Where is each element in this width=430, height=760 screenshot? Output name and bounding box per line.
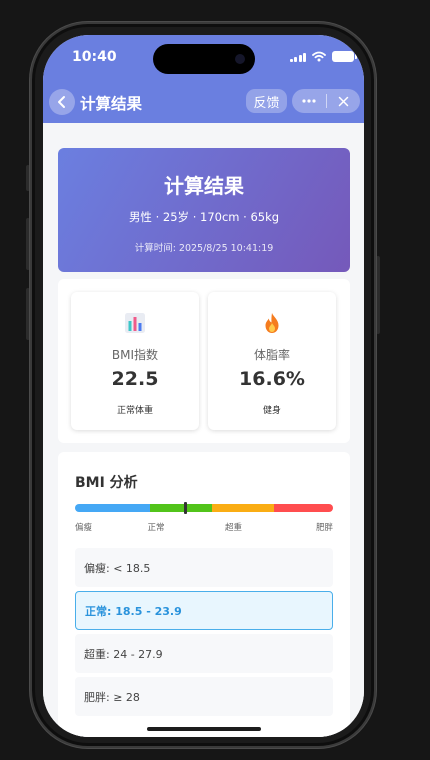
chevron-left-icon: [58, 96, 65, 108]
body-fat-status: 健身: [262, 406, 281, 416]
result-summary-card: 计算结果 男性 · 25岁 · 170cm · 65kg 计算时间: 2025/…: [58, 148, 350, 272]
bmi-scale-segment: [211, 504, 274, 512]
close-icon: [338, 96, 348, 106]
camera-dot: [235, 54, 245, 64]
mini-program-capsule: [292, 89, 360, 113]
bmi-metric-card: BMI指数 22.5 正常体重: [71, 292, 199, 430]
device-stage: 10:40 计算结果 反馈 计算结果 男性 · 25岁 · 170cm · 65…: [0, 0, 430, 760]
wifi-icon: [312, 51, 326, 62]
bmi-scale-segment: [273, 504, 333, 512]
more-dots-icon: [302, 99, 316, 103]
bar-chart-icon: [125, 313, 145, 333]
metrics-panel: BMI指数 22.5 正常体重 体脂率 16.6% 健身: [58, 279, 350, 443]
nav-title: 计算结果: [80, 95, 143, 113]
cellular-signal-icon: [289, 52, 306, 62]
bmi-scale-segment: [75, 504, 150, 512]
scroll-content[interactable]: 计算结果 男性 · 25岁 · 170cm · 65kg 计算时间: 2025/…: [43, 123, 364, 737]
fire-icon: [265, 313, 279, 333]
bmi-scale-label: 肥胖: [315, 523, 333, 533]
body-fat-value: 16.6%: [239, 368, 305, 390]
status-icons: [289, 51, 357, 62]
bmi-scale-label: 偏瘦: [75, 523, 93, 533]
battery-icon: [332, 51, 357, 62]
bmi-label: BMI指数: [111, 348, 159, 362]
bmi-scale-segment: [149, 504, 212, 512]
bmi-value: 22.5: [111, 368, 159, 390]
power-button: [376, 256, 380, 334]
body-fat-label: 体脂率: [253, 348, 290, 362]
bmi-analysis-title: BMI 分析: [75, 475, 138, 491]
result-title: 计算结果: [164, 174, 244, 198]
close-button[interactable]: [326, 89, 360, 113]
bmi-range-item: 超重: 24 - 27.9: [75, 634, 333, 673]
more-button[interactable]: [292, 89, 326, 113]
dynamic-island: [153, 44, 255, 74]
bmi-status: 正常体重: [116, 406, 153, 416]
bmi-scale-bar: [75, 504, 333, 512]
user-profile-summary: 男性 · 25岁 · 170cm · 65kg: [128, 210, 280, 224]
status-time: 10:40: [72, 49, 117, 65]
status-bar: 10:40: [43, 35, 364, 87]
nav-bar: 计算结果 反馈: [43, 87, 364, 123]
bmi-analysis-panel: BMI 分析 偏瘦 正常 超重 肥胖 偏瘦: < 18.5 正常: 18.5 - 23.…: [58, 452, 350, 737]
bmi-range-item: 偏瘦: < 18.5: [75, 548, 333, 587]
bmi-range-item: 肥胖: ≥ 28: [75, 677, 333, 716]
calculation-time: 计算时间: 2025/8/25 10:41:19: [134, 243, 274, 254]
bmi-scale-label: 超重: [224, 523, 242, 533]
phone-screen: 10:40 计算结果 反馈 计算结果 男性 · 25岁 · 170cm · 65…: [43, 35, 364, 737]
back-button[interactable]: [49, 89, 75, 115]
body-fat-metric-card: 体脂率 16.6% 健身: [208, 292, 336, 430]
feedback-button[interactable]: 反馈: [246, 89, 287, 113]
bmi-range-item-active: 正常: 18.5 - 23.9: [75, 591, 333, 630]
bmi-scale-marker: [184, 502, 188, 514]
home-indicator: [147, 727, 261, 731]
bmi-scale-label: 正常: [147, 523, 165, 533]
